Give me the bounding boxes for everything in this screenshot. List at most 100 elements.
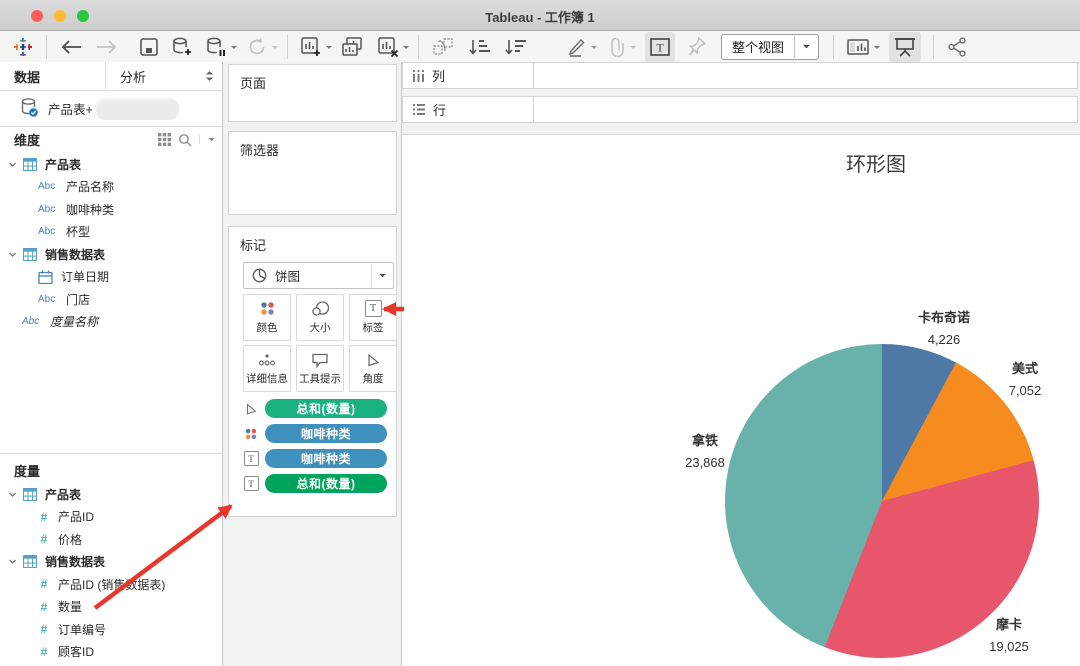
field-row[interactable]: # 价格 (0, 528, 222, 551)
field-row[interactable]: 销售数据表 (0, 551, 222, 574)
field-row[interactable]: Abc 杯型 (0, 221, 222, 244)
abc-icon: Abc (38, 293, 56, 305)
undo-back-button[interactable] (59, 34, 83, 60)
redo-forward-button[interactable] (95, 34, 119, 60)
mark-type-caret-icon[interactable] (372, 271, 393, 280)
dimensions-menu-caret-icon[interactable] (199, 135, 216, 144)
pill-coffee-type-color[interactable]: 咖啡种类 (265, 424, 387, 443)
field-label: 产品表 (45, 487, 82, 502)
label-button-label: 标签 (362, 322, 384, 334)
measures-header: 度量 (0, 458, 222, 483)
new-worksheet-caret-icon[interactable] (325, 43, 333, 51)
refresh-dropdown-caret-icon[interactable] (271, 43, 279, 51)
pill-coffee-type-label[interactable]: 咖啡种类 (265, 449, 387, 468)
field-row[interactable]: # 订单编号 (0, 618, 222, 641)
new-data-source-button[interactable] (171, 34, 193, 60)
sort-ascending-button[interactable] (467, 34, 491, 60)
view-data-grid-icon[interactable] (158, 133, 171, 146)
color-pill-icon (241, 427, 261, 441)
pill-row[interactable]: 总和(数量) (241, 399, 387, 418)
hash-icon: # (40, 622, 48, 637)
sort-descending-button[interactable] (503, 34, 527, 60)
highlight-pen-button[interactable] (567, 34, 587, 60)
field-label: 咖啡种类 (66, 202, 115, 217)
search-icon[interactable] (178, 133, 192, 147)
dimensions-header: 维度 (0, 127, 222, 152)
pause-dropdown-caret-icon[interactable] (230, 43, 238, 51)
sidebar-tabs: 数据 分析 (0, 62, 222, 91)
field-row[interactable]: Abc 咖啡种类 (0, 198, 222, 221)
field-row[interactable]: 订单日期 (0, 266, 222, 289)
abc-icon: Abc (38, 226, 56, 238)
label-button[interactable]: T 标签 (349, 294, 397, 341)
rows-shelf[interactable] (534, 96, 1078, 123)
group-caret-icon[interactable] (629, 43, 637, 51)
pie-slice-label: 拿铁 23,868 (685, 433, 725, 470)
abc-icon: Abc (38, 181, 56, 193)
pages-card[interactable]: 页面 (228, 64, 397, 122)
field-label: 产品ID (销售数据表) (58, 577, 166, 592)
refresh-button[interactable] (246, 34, 268, 60)
angle-pill-icon (241, 402, 261, 416)
field-label: 产品名称 (66, 180, 115, 195)
tooltip-button[interactable]: 工具提示 (296, 345, 344, 392)
presentation-mode-button[interactable] (889, 31, 922, 62)
pill-sum-quantity[interactable]: 总和(数量) (265, 399, 387, 418)
field-row[interactable]: 产品表 (0, 153, 222, 176)
title-bar: Tableau - 工作簿 1 (0, 0, 1080, 31)
redacted-blob (95, 98, 179, 120)
field-label: 销售数据表 (45, 247, 106, 262)
pill-row[interactable]: T 总和(数量) (241, 474, 387, 493)
field-row[interactable]: # 数量 (0, 596, 222, 619)
swap-rows-columns-button[interactable] (431, 34, 455, 60)
detail-button[interactable]: 详细信息 (243, 345, 291, 392)
field-row[interactable]: # 产品ID (销售数据表) (0, 573, 222, 596)
field-row[interactable]: # 顾客ID (0, 641, 222, 664)
field-row[interactable]: Abc 度量名称 (0, 311, 222, 334)
clear-sheet-caret-icon[interactable] (402, 43, 410, 51)
fit-view-dropdown[interactable]: 整个视图 (721, 33, 820, 60)
group-paperclip-button[interactable] (606, 34, 626, 60)
columns-shelf-label: 列 (402, 62, 534, 89)
duplicate-sheet-button[interactable] (341, 34, 365, 60)
pill-row[interactable]: T 咖啡种类 (241, 449, 387, 468)
mark-type-dropdown[interactable]: 饼图 (243, 262, 394, 289)
tab-analytics[interactable]: 分析 (105, 62, 205, 90)
show-mark-labels-button[interactable]: T (645, 31, 675, 62)
fit-view-caret-icon[interactable] (795, 42, 818, 51)
size-circles-icon (311, 301, 329, 316)
field-row[interactable]: 产品表 (0, 483, 222, 506)
fix-axes-pin-icon[interactable] (687, 34, 707, 60)
clear-sheet-button[interactable] (377, 34, 399, 60)
highlight-caret-icon[interactable] (590, 43, 598, 51)
new-worksheet-button[interactable] (300, 34, 322, 60)
field-row[interactable]: Abc 门店 (0, 288, 222, 311)
chart-title: 环形图 (846, 154, 906, 176)
rows-icon (412, 103, 426, 116)
columns-shelf[interactable] (534, 62, 1078, 89)
hash-icon: # (40, 644, 48, 659)
show-me-button[interactable] (846, 34, 870, 60)
pill-sum-quantity-label[interactable]: 总和(数量) (265, 474, 387, 493)
pill-row[interactable]: 咖啡种类 (241, 424, 387, 443)
pie-slice-label: 美式 7,052 (1008, 361, 1042, 398)
pause-auto-updates-button[interactable] (205, 34, 227, 60)
field-label: 门店 (66, 292, 91, 307)
share-button[interactable] (946, 34, 968, 60)
angle-button[interactable]: 角度 (349, 345, 397, 392)
tooltip-button-label: 工具提示 (299, 372, 341, 385)
field-row[interactable]: 销售数据表 (0, 243, 222, 266)
filters-card[interactable]: 筛选器 (228, 131, 397, 215)
color-button[interactable]: 颜色 (243, 294, 291, 341)
field-row[interactable]: # 产品ID (0, 506, 222, 529)
size-button[interactable]: 大小 (296, 294, 344, 341)
tab-data[interactable]: 数据 (0, 67, 105, 86)
abc-icon: Abc (38, 203, 56, 215)
field-label: 数量 (58, 600, 83, 615)
field-row[interactable]: Abc 产品名称 (0, 176, 222, 199)
expand-caret-icon (9, 559, 16, 565)
save-button[interactable] (139, 34, 159, 60)
show-me-caret-icon[interactable] (873, 43, 881, 51)
measures-tree: 产品表 # 产品ID # 价格 销售数据表 # 产品ID (销售数据表) # 数量 # 订单编号 # 顾客… (0, 483, 222, 663)
sidebar-sort-icon[interactable] (205, 70, 214, 82)
